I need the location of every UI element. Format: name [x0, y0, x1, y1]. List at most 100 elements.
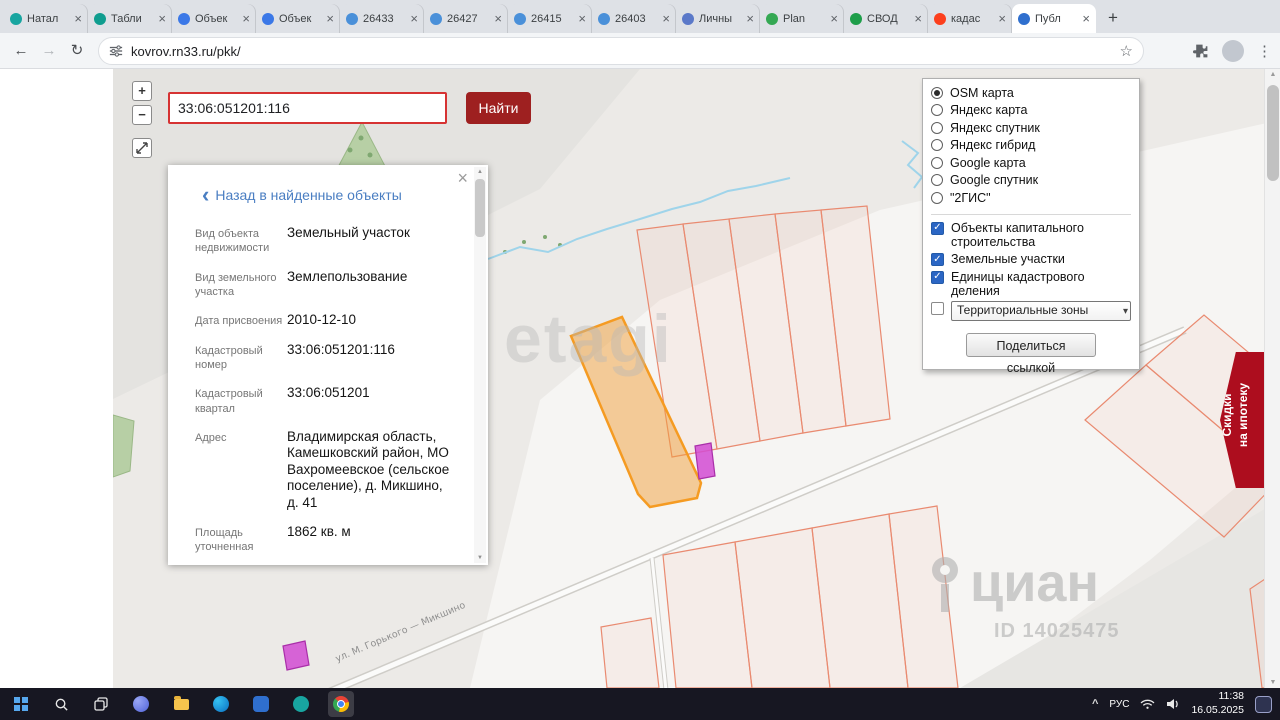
profile-avatar[interactable] [1222, 40, 1244, 62]
browser-tab[interactable]: 26403 × [592, 4, 676, 33]
reload-button[interactable]: ↻ [66, 40, 88, 62]
browser-tab[interactable]: Plan × [760, 4, 844, 33]
task-view-icon [94, 697, 108, 711]
checkbox-icon[interactable]: ✓ [931, 221, 944, 235]
scroll-down-icon[interactable]: ▼ [474, 553, 486, 563]
browser-tab-active[interactable]: Публ × [1012, 4, 1096, 33]
radio-icon[interactable] [931, 139, 943, 152]
scroll-up-icon[interactable]: ▲ [474, 167, 486, 177]
browser-tab[interactable]: 26415 × [508, 4, 592, 33]
base-layer-option[interactable]: Яндекс гибрид [931, 137, 1131, 155]
copilot-button[interactable] [128, 691, 154, 717]
start-button[interactable] [8, 691, 34, 717]
tab-close-icon[interactable]: × [326, 12, 334, 25]
extensions-puzzle-icon[interactable] [1193, 43, 1209, 59]
site-settings-icon[interactable] [109, 44, 123, 58]
back-button[interactable]: ← [10, 40, 32, 62]
browser-tab[interactable]: Объек × [172, 4, 256, 33]
cadastral-search-input[interactable] [168, 92, 447, 124]
url-text[interactable]: kovrov.rn33.ru/pkk/ [131, 44, 1112, 59]
radio-icon[interactable] [931, 156, 943, 169]
zoom-out-button[interactable]: − [132, 105, 152, 125]
forward-button[interactable]: → [38, 40, 60, 62]
tab-close-icon[interactable]: × [662, 12, 670, 25]
browser-tab[interactable]: Табли × [88, 4, 172, 33]
base-layer-option[interactable]: "2ГИС" [931, 189, 1131, 207]
browser-tab[interactable]: 26433 × [340, 4, 424, 33]
back-to-results-link[interactable]: ‹ Назад в найденные объекты [202, 184, 402, 206]
new-tab-button[interactable]: + [1100, 5, 1126, 31]
building-object[interactable] [282, 640, 310, 671]
find-button[interactable]: Найти [466, 92, 531, 124]
share-link-button[interactable]: Поделиться ссылкой [966, 333, 1096, 375]
scroll-up-icon[interactable]: ▲ [1265, 71, 1280, 78]
tab-favicon-icon [766, 12, 778, 25]
overlay-option[interactable]: ✓ Земельные участки [931, 252, 1131, 267]
zones-option[interactable]: Территориальные зоны ▾ [931, 301, 1131, 322]
radio-icon[interactable] [931, 191, 943, 204]
tab-close-icon[interactable]: × [746, 12, 754, 25]
tab-close-icon[interactable]: × [242, 12, 250, 25]
browser-tab[interactable]: СВОД × [844, 4, 928, 33]
zoom-in-button[interactable]: + [132, 81, 152, 101]
language-indicator[interactable]: РУС [1109, 699, 1129, 710]
tab-close-icon[interactable]: × [74, 12, 82, 25]
browser-tab[interactable]: Личны × [676, 4, 760, 33]
fullscreen-button[interactable] [132, 138, 152, 158]
map-pin-icon [932, 557, 958, 612]
overlay-label: Объекты капитального строительства [951, 220, 1084, 249]
zones-select[interactable]: Территориальные зоны ▾ [951, 301, 1131, 322]
base-layer-option[interactable]: Яндекс спутник [931, 119, 1131, 137]
tab-close-icon[interactable]: × [914, 12, 922, 25]
tab-close-icon[interactable]: × [158, 12, 166, 25]
base-layer-option[interactable]: Google карта [931, 154, 1131, 172]
task-view-button[interactable] [88, 691, 114, 717]
clock[interactable]: 11:38 16.05.2025 [1191, 690, 1244, 717]
panel-close-icon[interactable]: × [457, 168, 468, 189]
checkbox-icon[interactable]: ✓ [931, 253, 944, 267]
tab-close-icon[interactable]: × [1082, 12, 1090, 25]
url-bar[interactable]: kovrov.rn33.ru/pkk/ ☆ [98, 37, 1144, 65]
overlay-option[interactable]: ✓ Объекты капитального строительства [931, 221, 1131, 250]
chrome-button-active[interactable] [328, 691, 354, 717]
radio-icon[interactable] [931, 121, 943, 134]
tab-label: Публ [1035, 12, 1061, 25]
file-explorer-button[interactable] [168, 691, 194, 717]
notification-icon[interactable] [1255, 695, 1272, 713]
radio-icon[interactable] [931, 104, 943, 117]
volume-icon[interactable] [1166, 698, 1180, 710]
browser-tab[interactable]: кадас × [928, 4, 1012, 33]
app-button[interactable] [248, 691, 274, 717]
base-layer-option[interactable]: Яндекс карта [931, 102, 1131, 120]
browser-tab[interactable]: Объек × [256, 4, 340, 33]
app-button[interactable] [288, 691, 314, 717]
page-scrollbar[interactable]: ▲ ▼ [1264, 69, 1280, 688]
page-scrollbar-thumb[interactable] [1267, 85, 1279, 181]
radio-icon[interactable] [931, 174, 943, 187]
base-layer-option[interactable]: OSM карта [931, 84, 1131, 102]
tab-close-icon[interactable]: × [410, 12, 418, 25]
panel-scrollbar-thumb[interactable] [475, 179, 485, 237]
browser-tab[interactable]: Натал × [4, 4, 88, 33]
tab-close-icon[interactable]: × [578, 12, 586, 25]
checkbox-icon[interactable] [931, 302, 944, 316]
panel-scrollbar[interactable]: ▲ ▼ [474, 167, 486, 563]
overlay-option[interactable]: ✓ Единицы кадастрового деления [931, 270, 1131, 299]
browser-menu-kebab-icon[interactable]: ⋮ [1257, 42, 1272, 60]
base-layer-label: Яндекс гибрид [950, 138, 1036, 153]
building-object[interactable] [694, 442, 716, 480]
edge-button[interactable] [208, 691, 234, 717]
bookmark-star-icon[interactable]: ☆ [1120, 42, 1133, 60]
tab-close-icon[interactable]: × [830, 12, 838, 25]
taskbar-search-button[interactable] [48, 691, 74, 717]
wifi-icon[interactable] [1140, 698, 1155, 710]
tab-close-icon[interactable]: × [494, 12, 502, 25]
tab-label: Plan [783, 12, 806, 25]
scroll-down-icon[interactable]: ▼ [1265, 679, 1280, 686]
base-layer-option[interactable]: Google спутник [931, 172, 1131, 190]
tray-chevron-icon[interactable]: ^ [1092, 698, 1098, 710]
radio-icon[interactable] [931, 86, 943, 99]
checkbox-icon[interactable]: ✓ [931, 270, 944, 284]
tab-close-icon[interactable]: × [998, 12, 1006, 25]
browser-tab[interactable]: 26427 × [424, 4, 508, 33]
